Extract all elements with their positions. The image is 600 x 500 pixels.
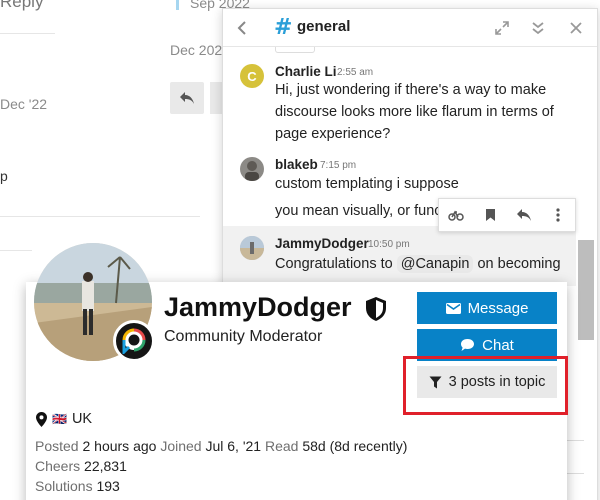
reply-label[interactable]: Reply bbox=[0, 0, 43, 12]
avatar[interactable] bbox=[240, 157, 264, 181]
solutions-label: Solutions bbox=[35, 478, 93, 494]
flag-icon: 🇬🇧 bbox=[52, 412, 67, 426]
avatar[interactable] bbox=[240, 236, 264, 260]
solutions-value: 193 bbox=[96, 478, 120, 494]
chat-header: # general bbox=[223, 9, 597, 47]
user-cheers: Cheers 22,831 bbox=[35, 458, 127, 474]
message-text: on becoming bbox=[477, 256, 561, 272]
shield-icon bbox=[364, 296, 388, 327]
discourse-icon bbox=[122, 328, 146, 354]
message-line: custom templating i suppose bbox=[275, 176, 459, 192]
read-label: Read bbox=[264, 438, 299, 454]
channel-name[interactable]: general bbox=[297, 18, 350, 35]
avatar[interactable]: C bbox=[240, 64, 264, 88]
reply-icon bbox=[180, 92, 194, 104]
expand-icon[interactable] bbox=[493, 19, 511, 37]
close-icon[interactable] bbox=[567, 19, 585, 37]
map-pin-icon bbox=[36, 411, 47, 427]
message-line: Hi, just wondering if there's a way to m… bbox=[275, 82, 547, 98]
user-solutions: Solutions 193 bbox=[35, 478, 120, 494]
more-icon[interactable] bbox=[547, 204, 569, 226]
message-time[interactable]: 2:55 am bbox=[337, 67, 373, 78]
message-line: you mean visually, or funct bbox=[275, 203, 446, 219]
post-date: Dec '22 bbox=[0, 96, 48, 112]
user-card-username[interactable]: JammyDodger bbox=[164, 292, 352, 323]
message-username[interactable]: JammyDodger bbox=[275, 236, 369, 251]
timeline-reply-button[interactable] bbox=[170, 82, 204, 114]
user-card-title: Community Moderator bbox=[164, 328, 323, 345]
location-text: UK bbox=[71, 411, 93, 427]
message-time[interactable]: 7:15 pm bbox=[320, 160, 356, 171]
timeline-bar[interactable] bbox=[176, 0, 179, 10]
message-time[interactable]: 10:50 pm bbox=[368, 239, 410, 250]
message-line: page experience? bbox=[275, 126, 391, 142]
posted-label: Posted bbox=[35, 438, 79, 454]
moderator-badge bbox=[113, 320, 155, 362]
timeline-date: Dec 202 bbox=[170, 42, 223, 58]
user-stats-line: Posted 2 hours ago Joined Jul 6, '21 Rea… bbox=[35, 438, 407, 454]
bookmark-icon[interactable] bbox=[479, 204, 501, 226]
message-line: Congratulations to @Canapin on becoming bbox=[275, 253, 561, 275]
bike-icon[interactable] bbox=[445, 204, 467, 226]
header-tab bbox=[275, 47, 315, 53]
divider bbox=[0, 250, 32, 251]
message-line: discourse looks more like flarum in term… bbox=[275, 104, 554, 120]
divider bbox=[0, 33, 55, 34]
cheers-label: Cheers bbox=[35, 458, 81, 474]
joined-value: Jul 6, '21 bbox=[205, 438, 262, 454]
collapse-icon[interactable] bbox=[529, 19, 547, 37]
message-username[interactable]: blakeb bbox=[275, 157, 318, 172]
back-icon[interactable] bbox=[233, 19, 251, 37]
message-button[interactable]: Message bbox=[417, 292, 557, 324]
annotation-highlight-box bbox=[403, 356, 568, 415]
cheers-value: 22,831 bbox=[84, 458, 127, 474]
message-actions bbox=[438, 198, 576, 232]
posted-value[interactable]: 2 hours ago bbox=[82, 438, 156, 454]
divider bbox=[0, 216, 200, 217]
chat-button-label: Chat bbox=[482, 336, 514, 354]
channel-hash-icon: # bbox=[274, 15, 293, 40]
message-text: Congratulations to bbox=[275, 256, 393, 272]
read-value: 58d (8d recently) bbox=[302, 438, 408, 454]
joined-label: Joined bbox=[160, 438, 202, 454]
reply-icon[interactable] bbox=[513, 204, 535, 226]
chat-bubble-icon bbox=[461, 339, 475, 351]
user-mention[interactable]: @Canapin bbox=[396, 255, 474, 273]
user-location: 🇬🇧 UK bbox=[36, 411, 92, 427]
envelope-icon bbox=[445, 302, 461, 314]
scrollbar[interactable] bbox=[578, 240, 594, 340]
post-text-fragment: p bbox=[0, 168, 8, 184]
message-button-label: Message bbox=[467, 299, 529, 317]
message-username[interactable]: Charlie Li bbox=[275, 64, 337, 79]
